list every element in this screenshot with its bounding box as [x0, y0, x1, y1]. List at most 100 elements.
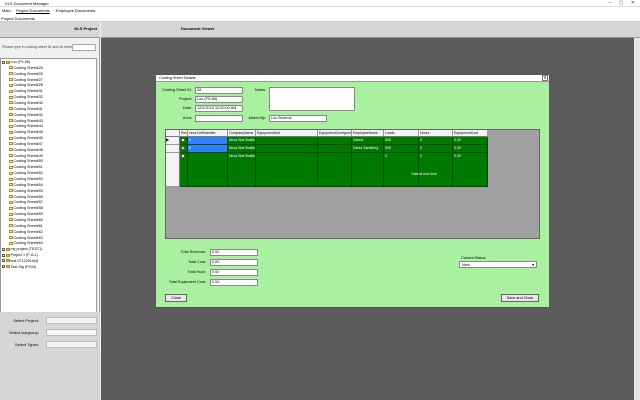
tree-item[interactable]: Costing Sheet#50	[9, 159, 43, 165]
table-cell[interactable]: 0	[384, 153, 419, 187]
tab-project-documents[interactable]: Project Documents	[1, 16, 35, 21]
tree-item[interactable]: Costing Sheet#54	[9, 183, 43, 189]
tree-item[interactable]: + my project (TEST1)	[2, 247, 42, 253]
table-cell[interactable]: Zahed	[352, 137, 384, 145]
table-cell[interactable]: Nova Star Building Systems	[228, 137, 256, 145]
table-cell[interactable]: 0	[188, 145, 228, 153]
tree-item[interactable]: Costing Sheet#48	[9, 148, 43, 154]
tree-item[interactable]: Costing Sheet#61	[9, 224, 43, 230]
tree-item[interactable]: Costing Sheet#43	[9, 119, 43, 125]
collapse-icon[interactable]: −	[2, 60, 5, 64]
table-row[interactable]: ✓0Nova Star Building SystemsDanld Sandbe…	[166, 145, 488, 153]
tree-item[interactable]: Costing Sheet#45	[9, 130, 43, 136]
tree-item[interactable]: Costing Sheet#63	[9, 236, 43, 242]
grid-column-header[interactable]: Loads	[384, 130, 419, 137]
tree-item[interactable]: Costing Sheet#53	[9, 177, 43, 183]
tree-item[interactable]: Costing Sheet#51	[9, 165, 43, 171]
project-tree[interactable]: − Lou (FS-56) Costing Sheet#25 Costing Shee…	[0, 58, 97, 334]
reviewed-cell[interactable]	[180, 153, 188, 187]
tree-item[interactable]: − Lou (FS-56)	[2, 60, 30, 66]
tree-item[interactable]: + test 07122010(4)	[2, 259, 38, 265]
tree-item[interactable]: Costing Sheet#26	[9, 72, 43, 78]
table-cell[interactable]	[318, 137, 352, 145]
window-controls[interactable]: – ▢ ✕	[609, 0, 638, 6]
tree-item[interactable]: Costing Sheet#55	[9, 189, 43, 195]
tree-item[interactable]: Costing Sheet#44	[9, 124, 43, 130]
tree-item[interactable]: Costing Sheet#58	[9, 206, 43, 212]
tree-item[interactable]: Costing Sheet#27	[9, 78, 43, 84]
tree-item[interactable]: Costing Sheet#32	[9, 95, 43, 101]
expand-icon[interactable]: +	[2, 247, 5, 251]
checkbox-checked[interactable]: ✓	[181, 146, 185, 150]
tree-item[interactable]: Costing Sheet#25	[9, 66, 43, 72]
tree-item[interactable]: Costing Sheet#28	[9, 83, 43, 89]
added-by-field[interactable]: Lou Boutros	[269, 115, 327, 122]
tree-item[interactable]: Costing Sheet#41	[9, 107, 43, 113]
grid-column-header[interactable]: CompanyName	[228, 130, 256, 137]
tree-item[interactable]: Costing Sheet#52	[9, 171, 43, 177]
table-cell[interactable]	[318, 153, 352, 187]
filter-select[interactable]	[46, 329, 97, 336]
tree-item[interactable]: + Project 1 (P-A-1)	[2, 253, 38, 259]
filter-select[interactable]	[46, 317, 97, 324]
reviewed-cell[interactable]: ✓	[180, 145, 188, 153]
table-cell[interactable]	[256, 137, 318, 145]
close-button[interactable]: Close	[165, 294, 187, 302]
status-select[interactable]: New ▾	[459, 261, 537, 268]
grid-column-header[interactable]: EquipmentUnit	[256, 130, 318, 137]
menu-item-main[interactable]: Main	[2, 8, 11, 13]
total-field[interactable]: 0.00	[210, 279, 258, 286]
total-field[interactable]: 0.00	[210, 259, 258, 266]
save-and-close-button[interactable]: Save and Close	[501, 294, 539, 302]
tree-item[interactable]: Costing Sheet#64	[9, 241, 43, 247]
tree-item[interactable]: Costing Sheet#57	[9, 200, 43, 206]
tree-item[interactable]: Costing Sheet#31	[9, 89, 43, 95]
table-cell[interactable]: Nova Star Building Sy systm	[228, 153, 256, 187]
grid-column-header[interactable]: EquipmentCost	[453, 130, 488, 137]
table-cell[interactable]: 500	[384, 145, 419, 153]
tree-item[interactable]: Costing Sheet#46	[9, 136, 43, 142]
table-cell[interactable]	[256, 153, 318, 187]
expand-icon[interactable]: +	[2, 253, 5, 257]
reviewed-cell[interactable]	[180, 137, 188, 145]
close-icon[interactable]: ✕	[542, 75, 548, 81]
row-header[interactable]: ▶	[166, 137, 180, 145]
table-cell[interactable]: 0	[419, 145, 453, 153]
table-cell[interactable]: Nova Star Building Systems	[228, 145, 256, 153]
grid-column-header[interactable]: HourCertNumber	[188, 130, 228, 137]
tree-item[interactable]: Costing Sheet#49	[9, 154, 43, 160]
grid-column-header[interactable]: EmployeeName	[352, 130, 384, 137]
tree-item[interactable]: Costing Sheet#40	[9, 101, 43, 107]
total-field[interactable]: 0.00	[210, 249, 258, 256]
checkbox[interactable]	[181, 154, 185, 158]
table-cell[interactable]	[318, 145, 352, 153]
table-cell[interactable]: 500	[384, 137, 419, 145]
table-cell[interactable]: Danld Sandberg	[352, 145, 384, 153]
table-cell[interactable]	[256, 145, 318, 153]
tree-item[interactable]: Costing Sheet#47	[9, 142, 43, 148]
table-cell[interactable]	[188, 153, 228, 187]
date-field[interactable]: 12/2/2010 12:00:00 AM	[195, 105, 243, 112]
table-cell[interactable]: 0	[419, 153, 453, 187]
project-field[interactable]: Lou (FS-56)	[195, 96, 243, 103]
grid-column-header[interactable]: EquipmentConfigure	[318, 130, 352, 137]
tree-item[interactable]: Costing Sheet#59	[9, 212, 43, 218]
checkbox[interactable]	[181, 138, 185, 142]
total-field[interactable]: 0.00	[210, 269, 258, 276]
filter-select[interactable]	[46, 341, 97, 348]
table-cell[interactable]: 0.00	[453, 153, 488, 187]
grid-column-header[interactable]: Reviewed?	[180, 130, 188, 137]
tree-item[interactable]: + Test Stg (FS30)	[2, 265, 36, 271]
sheet-search-input[interactable]	[72, 44, 96, 51]
table-cell[interactable]: 0	[188, 137, 228, 145]
table-cell[interactable]: 0.00	[453, 137, 488, 145]
menu-item-employee-documents[interactable]: Employee Documents	[56, 8, 95, 13]
tree-item[interactable]: Costing Sheet#42	[9, 113, 43, 119]
table-cell[interactable]: 0.00	[453, 145, 488, 153]
row-header[interactable]	[166, 153, 180, 187]
notes-field[interactable]	[269, 87, 355, 111]
grid-column-header[interactable]: Hours	[419, 130, 453, 137]
viewer-scrollbar[interactable]	[634, 38, 640, 400]
table-cell[interactable]	[352, 153, 384, 187]
row-header[interactable]	[166, 145, 180, 153]
